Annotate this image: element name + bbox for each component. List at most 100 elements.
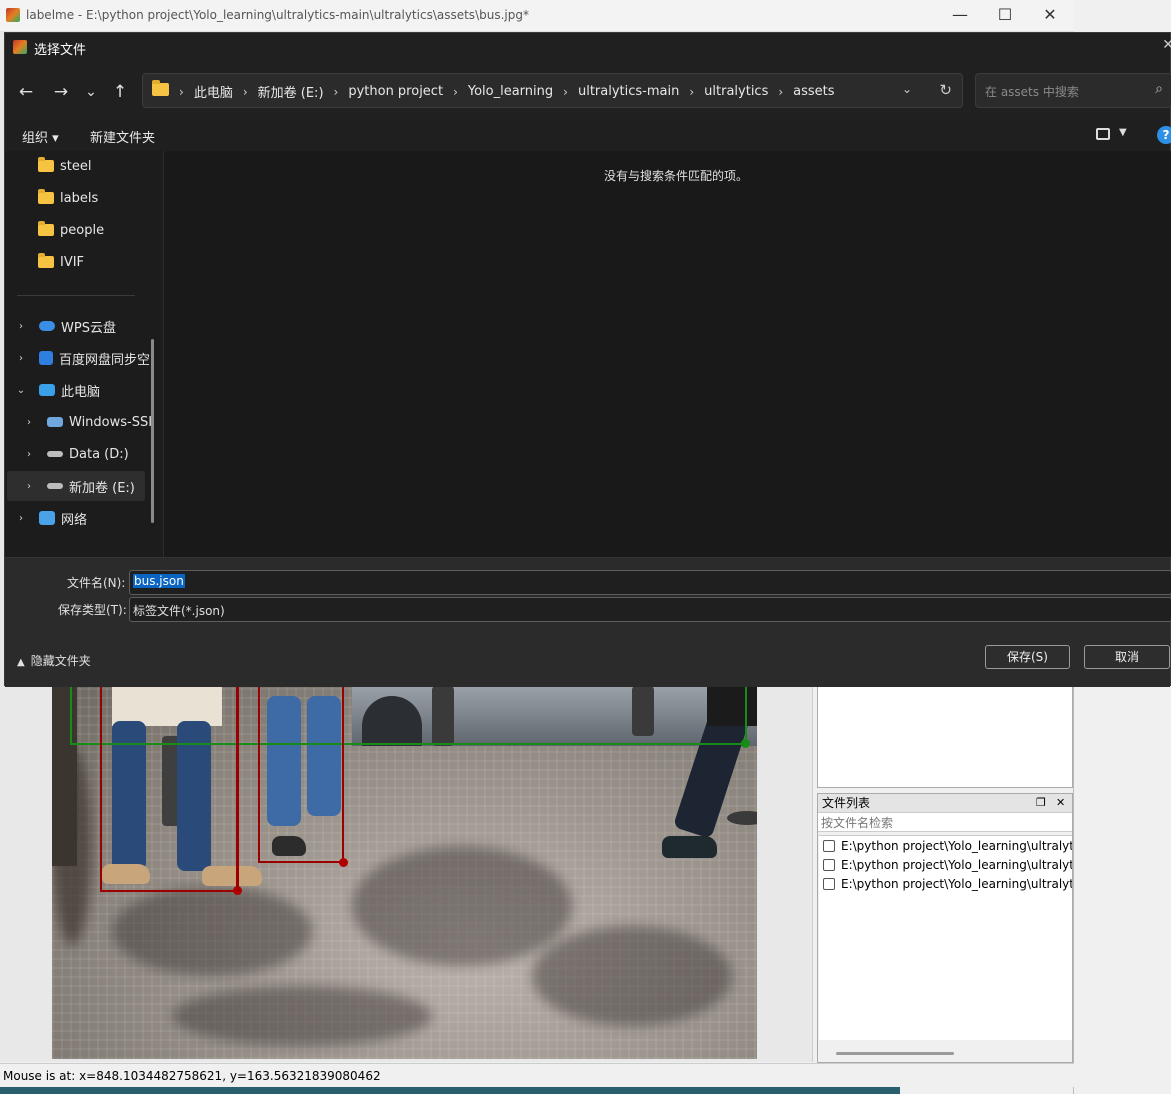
file-list-dock: 文件列表 ❐ ✕ 按文件名检索 E:\python project\Yolo_l… [817, 793, 1073, 1063]
hide-folders-toggle[interactable]: ▲ 隐藏文件夹 [17, 652, 91, 669]
address-history-chevron-icon[interactable]: ⌄ [902, 82, 912, 96]
label-list-panel[interactable] [817, 686, 1073, 788]
sidebar-item-people[interactable]: people [5, 215, 155, 245]
breadcrumb-yolo-learning[interactable]: Yolo_learning [468, 84, 553, 99]
file-list-item[interactable]: E:\python project\Yolo_learning\ultralyt… [819, 855, 1072, 874]
new-folder-button[interactable]: 新建文件夹 [90, 127, 155, 146]
sidebar-scrollbar[interactable] [151, 339, 154, 523]
file-view[interactable]: 没有与搜索条件匹配的项。 [164, 151, 1171, 557]
search-icon[interactable]: ⌕ [1155, 81, 1163, 97]
file-checkbox[interactable] [823, 858, 835, 871]
drive-icon [47, 451, 63, 457]
sidebar-item-drive-e[interactable]: › 新加卷 (E:) [7, 471, 145, 501]
sidebar-item-labels[interactable]: labels [5, 183, 155, 213]
computer-icon [39, 384, 55, 396]
minimize-button[interactable]: — [940, 4, 980, 28]
breadcrumb-assets[interactable]: assets [793, 84, 834, 99]
dialog-title: 选择文件 [34, 43, 87, 58]
forward-arrow-icon[interactable]: → [49, 81, 73, 105]
hide-folders-label: 隐藏文件夹 [30, 654, 91, 668]
filetype-select[interactable]: 标签文件(*.json) [129, 597, 1171, 622]
breadcrumb-drive-e[interactable]: 新加卷 (E:) [258, 82, 324, 101]
breadcrumb-this-pc[interactable]: 此电脑 [194, 82, 233, 101]
sidebar-item-label: 网络 [61, 512, 88, 528]
breadcrumb-separator[interactable]: › [563, 85, 568, 99]
file-checkbox[interactable] [823, 839, 835, 852]
dock-close-button[interactable]: ✕ [1056, 794, 1065, 812]
address-bar[interactable]: › 此电脑 › 新加卷 (E:) › python project › Yolo… [142, 73, 963, 108]
sidebar-item-label: 此电脑 [61, 384, 101, 400]
empty-message: 没有与搜索条件匹配的项。 [604, 169, 749, 183]
window-title: labelme - E:\python project\Yolo_learnin… [26, 8, 529, 22]
back-arrow-icon[interactable]: ← [14, 81, 38, 105]
file-search-input[interactable]: 按文件名检索 [818, 812, 1072, 832]
close-button[interactable]: ✕ [1030, 4, 1070, 28]
sidebar-item-label: 新加卷 (E:) [69, 480, 135, 496]
dialog-bottom-area: 文件名(N): bus.json 保存类型(T): 标签文件(*.json) ▲… [5, 557, 1171, 687]
breadcrumb-separator[interactable]: › [334, 85, 339, 99]
organize-menu-button[interactable]: 组织 ▾ [22, 127, 59, 146]
file-path: E:\python project\Yolo_learning\ultralyt… [841, 876, 1072, 891]
file-list-scrollbar[interactable] [836, 1052, 954, 1055]
expand-chevron-icon[interactable]: › [15, 353, 27, 364]
file-list[interactable]: E:\python project\Yolo_learning\ultralyt… [819, 835, 1072, 1040]
windows-drive-icon [47, 417, 63, 427]
breadcrumb-ultralytics-main[interactable]: ultralytics-main [578, 84, 679, 99]
sidebar-item-this-pc[interactable]: ⌄ 此电脑 [5, 375, 155, 405]
sidebar-item-network[interactable]: › 网络 [5, 503, 155, 533]
filename-input[interactable]: bus.json [129, 570, 1171, 595]
bus-photo[interactable] [52, 686, 757, 1059]
bbox-vertex[interactable] [741, 739, 750, 748]
network-icon [39, 511, 55, 525]
save-button[interactable]: 保存(S) [985, 645, 1070, 669]
save-file-dialog: 选择文件 ✕ ← → ⌄ ↑ › 此电脑 › 新加卷 (E:) › python… [4, 32, 1171, 687]
sidebar-item-ivif[interactable]: IVIF [5, 247, 155, 277]
expand-chevron-icon[interactable]: › [23, 417, 35, 428]
sidebar-item-windows-ssd[interactable]: › Windows-SSI [5, 407, 155, 437]
sidebar-item-baidu-netdisk[interactable]: › 百度网盘同步空 [5, 343, 155, 373]
breadcrumb-separator[interactable]: › [778, 85, 783, 99]
file-path: E:\python project\Yolo_learning\ultralyt… [841, 857, 1072, 872]
folder-icon [38, 189, 54, 204]
expand-chevron-icon[interactable]: › [23, 481, 35, 492]
bbox-vertex[interactable] [339, 858, 348, 867]
expand-chevron-icon[interactable]: › [15, 513, 27, 524]
refresh-icon[interactable]: ↻ [939, 81, 952, 99]
sidebar-divider [17, 295, 135, 296]
file-list-item[interactable]: E:\python project\Yolo_learning\ultralyt… [819, 874, 1072, 893]
file-checkbox[interactable] [823, 877, 835, 890]
breadcrumb-python-project[interactable]: python project [348, 84, 443, 99]
dialog-close-button[interactable]: ✕ [1162, 37, 1171, 53]
view-options-chevron-icon[interactable]: ▼ [1119, 127, 1127, 138]
sidebar-item-label: steel [60, 158, 92, 174]
mouse-position-text: Mouse is at: x=848.1034482758621, y=163.… [3, 1069, 381, 1083]
sidebar-item-wps-cloud[interactable]: › WPS云盘 [5, 311, 155, 341]
expand-chevron-icon[interactable]: › [15, 321, 27, 332]
expand-chevron-icon[interactable]: › [23, 449, 35, 460]
breadcrumb: › 此电脑 › 新加卷 (E:) › python project › Yolo… [179, 82, 835, 101]
dialog-toolbar: 组织 ▾ 新建文件夹 ▼ ? [5, 121, 1171, 151]
dock-float-button[interactable]: ❐ [1036, 794, 1046, 812]
cancel-button[interactable]: 取消 [1084, 645, 1170, 669]
bounding-box-person[interactable] [258, 686, 344, 863]
sidebar-item-label: IVIF [60, 254, 85, 270]
sidebar-item-steel[interactable]: steel [5, 151, 155, 181]
help-icon[interactable]: ? [1157, 126, 1171, 144]
breadcrumb-separator[interactable]: › [179, 85, 184, 99]
file-list-item[interactable]: E:\python project\Yolo_learning\ultralyt… [819, 836, 1072, 855]
recent-locations-chevron-icon[interactable]: ⌄ [79, 81, 103, 105]
collapse-chevron-icon[interactable]: ⌄ [15, 385, 27, 396]
up-arrow-icon[interactable]: ↑ [108, 81, 132, 105]
breadcrumb-ultralytics[interactable]: ultralytics [704, 84, 768, 99]
sidebar-item-data-d[interactable]: › Data (D:) [5, 439, 155, 469]
filetype-value: 标签文件(*.json) [133, 604, 225, 618]
view-mode-icon[interactable] [1096, 128, 1110, 140]
sidebar-item-label: people [60, 222, 105, 238]
maximize-button[interactable]: ☐ [985, 4, 1025, 28]
search-input[interactable]: 在 assets 中搜索 ⌕ [975, 73, 1171, 108]
bounding-box-person[interactable] [100, 686, 238, 892]
file-list-title: 文件列表 [822, 796, 871, 810]
breadcrumb-separator[interactable]: › [453, 85, 458, 99]
breadcrumb-separator[interactable]: › [689, 85, 694, 99]
breadcrumb-separator[interactable]: › [243, 85, 248, 99]
